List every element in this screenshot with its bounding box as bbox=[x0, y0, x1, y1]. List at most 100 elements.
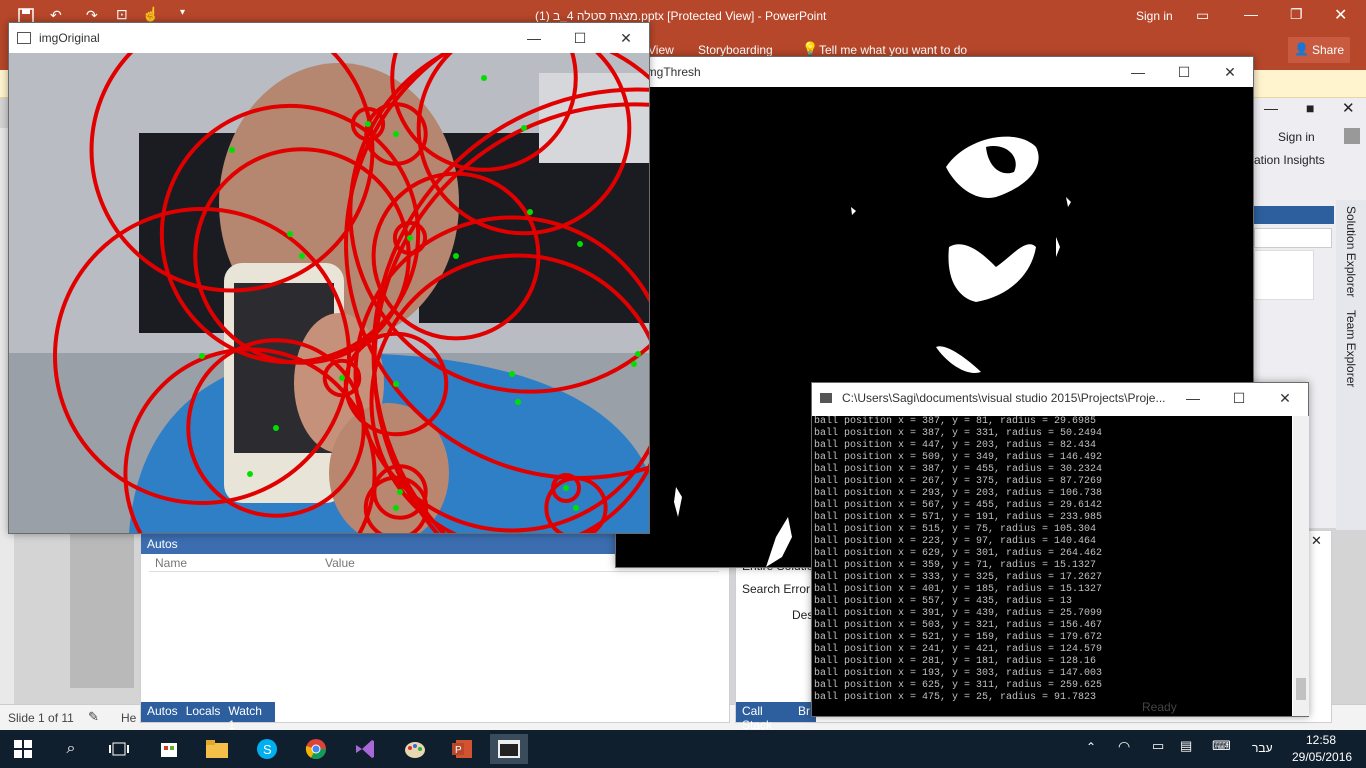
circle-center bbox=[299, 253, 305, 259]
maximize-icon[interactable]: ☐ bbox=[1161, 57, 1207, 87]
img-original-titlebar[interactable]: imgOriginal — ☐ ✕ bbox=[9, 23, 649, 53]
circle-center bbox=[515, 399, 521, 405]
tab-breakpoints[interactable]: Br bbox=[798, 704, 810, 720]
console-line: ball position x = 391, y = 439, radius =… bbox=[814, 608, 1103, 619]
close-icon[interactable]: ✕ bbox=[1342, 99, 1355, 117]
col-name[interactable]: Name bbox=[155, 556, 187, 570]
maximize-icon[interactable]: ☐ bbox=[557, 23, 603, 53]
minimize-icon[interactable]: — bbox=[1264, 100, 1278, 116]
ribbon-display-icon[interactable]: ▭ bbox=[1196, 7, 1209, 24]
vs-sign-in[interactable]: Sign in bbox=[1278, 130, 1315, 144]
window-title: imgOriginal bbox=[39, 31, 100, 45]
circle-center bbox=[453, 253, 459, 259]
circle-center bbox=[365, 121, 371, 127]
tab-call-stack[interactable]: Call Stack bbox=[742, 704, 790, 732]
close-icon[interactable]: ✕ bbox=[1262, 383, 1308, 413]
img-original-window: imgOriginal — ☐ ✕ bbox=[8, 22, 650, 534]
tab-locals[interactable]: Locals bbox=[186, 704, 221, 720]
window-title: מצגת סטלה 4_ב (1).pptx [Protected View] … bbox=[535, 9, 827, 23]
circle-center bbox=[247, 471, 253, 477]
close-icon[interactable]: ✕ bbox=[603, 23, 649, 53]
console-line: ball position x = 475, y = 25, radius = … bbox=[814, 692, 1097, 703]
slide-canvas bbox=[70, 532, 134, 688]
console-line: ball position x = 293, y = 203, radius =… bbox=[814, 488, 1103, 499]
console-line: ball position x = 267, y = 375, radius =… bbox=[814, 476, 1103, 487]
windows-icon[interactable] bbox=[4, 734, 42, 764]
vs-side-tabs: Solution Explorer Team Explorer bbox=[1336, 200, 1366, 530]
clock-time[interactable]: 12:58 bbox=[1306, 733, 1336, 747]
minimize-icon[interactable]: — bbox=[1244, 6, 1258, 22]
error-search-box[interactable]: Search Error L bbox=[742, 582, 820, 596]
console-scrollbar[interactable] bbox=[1293, 416, 1309, 716]
minimize-icon[interactable]: — bbox=[1115, 57, 1161, 87]
svg-text:P: P bbox=[455, 745, 462, 756]
team-explorer-tab[interactable]: Team Explorer bbox=[1344, 310, 1358, 387]
solution-explorer-tab[interactable]: Solution Explorer bbox=[1344, 206, 1358, 297]
console-line: ball position x = 387, y = 455, radius =… bbox=[814, 464, 1103, 475]
toolbar-band bbox=[1254, 206, 1334, 224]
img-thresh-titlebar[interactable]: imgThresh — ☐ ✕ bbox=[616, 57, 1253, 87]
clock-date[interactable]: 29/05/2016 bbox=[1292, 750, 1352, 764]
console-icon[interactable] bbox=[490, 734, 528, 764]
task-view-icon[interactable] bbox=[100, 734, 138, 764]
restore-icon[interactable]: ❐ bbox=[1290, 6, 1303, 23]
keyboard-icon[interactable]: ⌨ bbox=[1212, 738, 1231, 754]
console-line: ball position x = 223, y = 97, radius = … bbox=[814, 536, 1097, 547]
explorer-dropdown[interactable] bbox=[1254, 228, 1332, 248]
slideshow-icon[interactable]: ⊡ bbox=[116, 6, 128, 23]
circle-center bbox=[573, 505, 579, 511]
account-icon[interactable] bbox=[1344, 128, 1360, 144]
insights-label[interactable]: ation Insights bbox=[1254, 153, 1325, 167]
svg-text:S: S bbox=[263, 742, 272, 757]
paint-icon[interactable] bbox=[396, 734, 434, 764]
maximize-icon[interactable]: ☐ bbox=[1216, 383, 1262, 413]
console-line: ball position x = 515, y = 75, radius = … bbox=[814, 524, 1097, 535]
minimize-icon[interactable]: — bbox=[1170, 383, 1216, 413]
circle-center bbox=[287, 231, 293, 237]
circle-center bbox=[635, 351, 641, 357]
scroll-thumb[interactable] bbox=[1296, 678, 1306, 700]
tab-watch[interactable]: Watch 1 bbox=[228, 704, 269, 732]
touch-mode-icon[interactable]: ☝ bbox=[142, 6, 159, 23]
console-line: ball position x = 521, y = 159, radius =… bbox=[814, 632, 1103, 643]
circle-center bbox=[199, 353, 205, 359]
circle-center bbox=[481, 75, 487, 81]
store-icon[interactable] bbox=[150, 734, 188, 764]
tab-autos[interactable]: Autos bbox=[147, 704, 178, 720]
tab-view[interactable]: View bbox=[648, 43, 674, 57]
tab-storyboarding[interactable]: Storyboarding bbox=[698, 43, 773, 57]
powerpoint-icon[interactable]: P bbox=[444, 734, 482, 764]
notes-icon[interactable]: ✎ bbox=[88, 709, 99, 725]
sign-in-link[interactable]: Sign in bbox=[1136, 9, 1173, 23]
chrome-icon[interactable] bbox=[297, 734, 335, 764]
wifi-icon[interactable]: ◠ bbox=[1118, 738, 1130, 755]
console-titlebar[interactable]: C:\Users\Sagi\documents\visual studio 20… bbox=[812, 383, 1308, 413]
action-center-icon[interactable]: ▤ bbox=[1180, 738, 1192, 754]
vs-ready: Ready bbox=[1142, 700, 1177, 714]
tell-me-box[interactable]: Tell me what you want to do bbox=[819, 43, 967, 57]
maximize-icon[interactable]: ■ bbox=[1306, 100, 1314, 116]
bottom-tabs: Call Stack Br bbox=[736, 702, 816, 732]
circle-center bbox=[563, 485, 569, 491]
circle-center bbox=[393, 131, 399, 137]
customize-qat-icon[interactable]: ▾ bbox=[180, 7, 185, 18]
skype-icon[interactable]: S bbox=[248, 734, 286, 764]
circle-center bbox=[397, 489, 403, 495]
close-icon[interactable]: ✕ bbox=[1207, 57, 1253, 87]
console-line: ball position x = 447, y = 203, radius =… bbox=[814, 440, 1097, 451]
show-hidden-icons[interactable]: ⌃ bbox=[1086, 740, 1096, 754]
input-language[interactable]: עבר bbox=[1252, 741, 1273, 755]
visual-studio-icon[interactable] bbox=[346, 734, 384, 764]
col-value[interactable]: Value bbox=[325, 556, 355, 570]
console-line: ball position x = 241, y = 421, radius =… bbox=[814, 644, 1103, 655]
share-button[interactable]: 👤 Share bbox=[1288, 37, 1350, 63]
search-icon[interactable]: ⌕ bbox=[52, 734, 90, 764]
console-line: ball position x = 387, y = 331, radius =… bbox=[814, 428, 1103, 439]
close-icon[interactable]: ✕ bbox=[1311, 533, 1322, 549]
minimize-icon[interactable]: — bbox=[511, 23, 557, 53]
battery-icon[interactable]: ▭ bbox=[1152, 738, 1164, 754]
console-line: ball position x = 387, y = 81, radius = … bbox=[814, 416, 1097, 427]
close-icon[interactable]: ✕ bbox=[1334, 5, 1347, 25]
circle-center bbox=[229, 147, 235, 153]
file-explorer-icon[interactable] bbox=[198, 734, 236, 764]
